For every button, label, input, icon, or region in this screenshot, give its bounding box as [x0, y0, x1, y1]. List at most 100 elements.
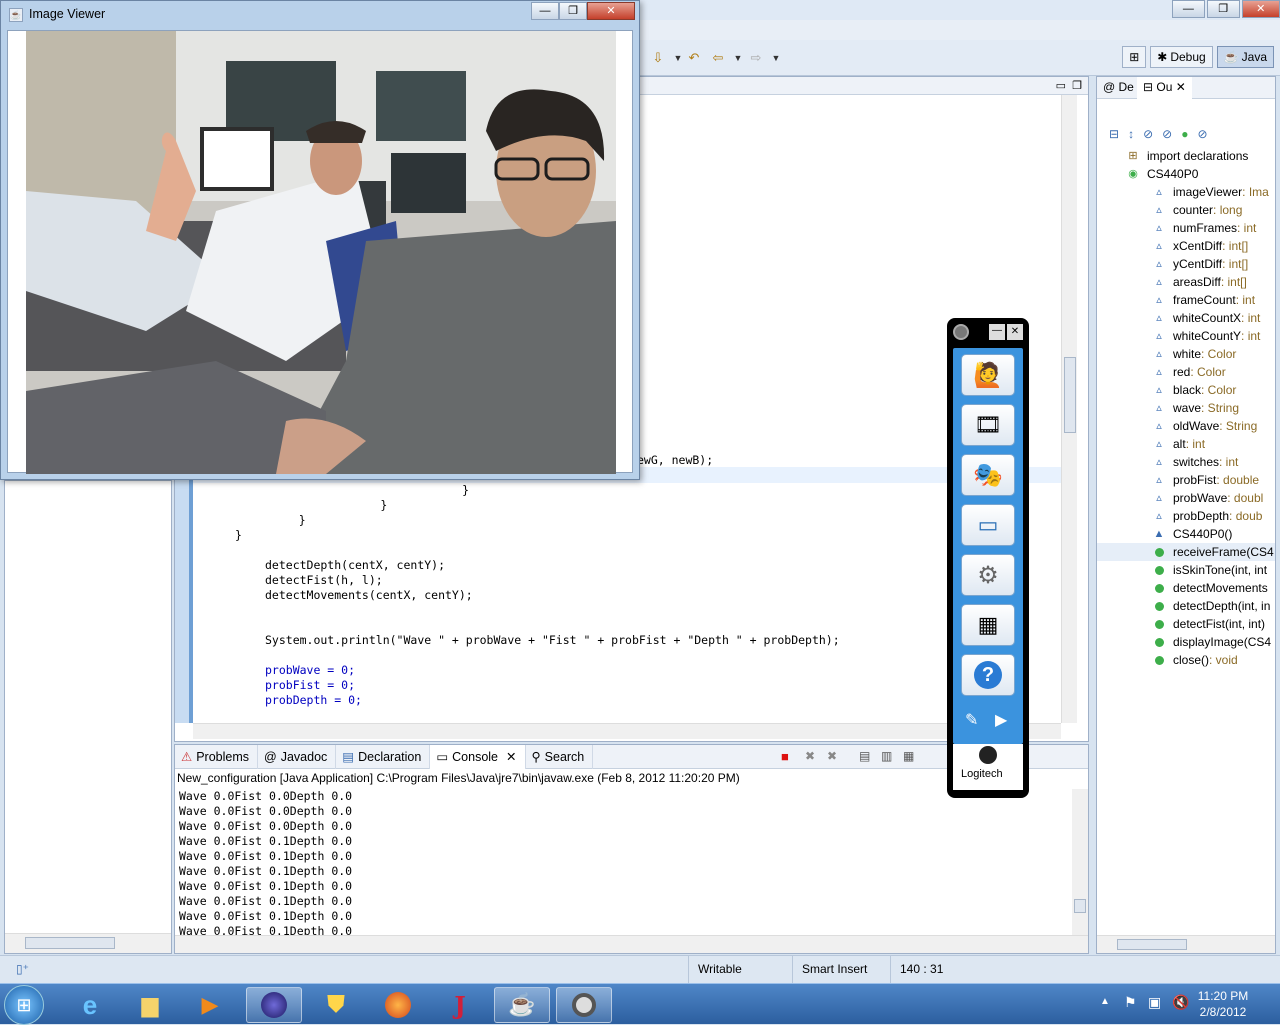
- back-icon[interactable]: ⇦: [710, 51, 726, 65]
- clear-console-icon[interactable]: ▤: [859, 749, 870, 763]
- taskbar-media-player[interactable]: ▶: [182, 987, 238, 1023]
- close-icon[interactable]: ✕: [1176, 80, 1186, 94]
- image-viewer-title-bar[interactable]: ☕ Image Viewer — ❐ ✕: [1, 1, 639, 29]
- outline-item[interactable]: ▲CS440P0(): [1097, 525, 1275, 543]
- last-edit-icon[interactable]: ↶: [686, 51, 702, 65]
- outline-item[interactable]: ▵xCentDiff : int[]: [1097, 237, 1275, 255]
- outline-item[interactable]: ▵whiteCountY : int: [1097, 327, 1275, 345]
- show-hidden-icons[interactable]: ▲: [1100, 996, 1110, 1007]
- volume-muted-icon[interactable]: 🔇: [1172, 994, 1189, 1011]
- console-horizontal-scrollbar[interactable]: [175, 935, 1088, 953]
- outline-item[interactable]: ▵probWave : doubl: [1097, 489, 1275, 507]
- outline-item[interactable]: detectDepth(int, in: [1097, 597, 1275, 615]
- outline-item[interactable]: ▵switches : int: [1097, 453, 1275, 471]
- network-icon[interactable]: ▣: [1148, 994, 1161, 1011]
- outline-item[interactable]: ▵areasDiff : int[]: [1097, 273, 1275, 291]
- tab-search[interactable]: ⚲Search: [526, 745, 594, 769]
- tab-console[interactable]: ▭Console✕: [430, 745, 525, 769]
- left-horizontal-scrollbar[interactable]: [5, 933, 171, 953]
- close-button[interactable]: ✕: [1007, 324, 1023, 340]
- tab-declaration-short[interactable]: @ De: [1103, 80, 1134, 94]
- hide-static-icon[interactable]: ⊘: [1162, 127, 1181, 141]
- action-center-flag-icon[interactable]: ⚑: [1124, 994, 1137, 1011]
- video-call-button[interactable]: 🙋: [961, 354, 1015, 396]
- outline-item[interactable]: ▵black : Color: [1097, 381, 1275, 399]
- taskbar-eclipse[interactable]: [246, 987, 302, 1023]
- outline-item[interactable]: ▵oldWave : String: [1097, 417, 1275, 435]
- outline-item[interactable]: displayImage(CS4: [1097, 633, 1275, 651]
- dropdown-icon[interactable]: ▼: [670, 51, 686, 65]
- tab-javadoc[interactable]: @Javadoc: [258, 745, 336, 769]
- hide-nonpublic-icon[interactable]: ●: [1181, 127, 1197, 141]
- minimize-button[interactable]: —: [531, 2, 559, 20]
- remove-all-icon[interactable]: ✖: [827, 749, 837, 763]
- back-dropdown-icon[interactable]: ▼: [730, 51, 746, 65]
- outline-horizontal-scrollbar[interactable]: [1097, 935, 1275, 953]
- editor-vertical-scrollbar[interactable]: [1061, 95, 1077, 723]
- tab-outline[interactable]: ⊟ Ou ✕: [1137, 77, 1192, 99]
- next-annotation-icon[interactable]: ⇩: [650, 51, 666, 65]
- console-vertical-scrollbar[interactable]: [1072, 789, 1088, 935]
- maximize-button[interactable]: ❐: [559, 2, 587, 20]
- minimize-view-icon[interactable]: ▭: [1056, 79, 1066, 92]
- scroll-lock-icon[interactable]: ▥: [881, 749, 892, 763]
- remove-launch-icon[interactable]: ✖: [805, 749, 815, 763]
- avatars-button[interactable]: 🎭: [961, 454, 1015, 496]
- gallery-button[interactable]: ▦: [961, 604, 1015, 646]
- maximize-view-icon[interactable]: ❐: [1072, 79, 1082, 92]
- taskbar-explorer[interactable]: ▆: [122, 987, 178, 1023]
- maximize-button[interactable]: ❐: [1207, 0, 1240, 18]
- forward-dropdown-icon[interactable]: ▼: [768, 51, 784, 65]
- outline-item[interactable]: ▵yCentDiff : int[]: [1097, 255, 1275, 273]
- forward-icon[interactable]: ⇨: [748, 51, 764, 65]
- outline-item[interactable]: ▵wave : String: [1097, 399, 1275, 417]
- outline-item[interactable]: isSkinTone(int, int: [1097, 561, 1275, 579]
- taskbar-jgrasp[interactable]: J: [432, 987, 488, 1023]
- taskbar-security[interactable]: ⛊: [308, 987, 364, 1023]
- editor-horizontal-scrollbar[interactable]: [193, 723, 1061, 739]
- outline-item[interactable]: close() : void: [1097, 651, 1275, 669]
- close-button[interactable]: ✕: [587, 2, 635, 20]
- outline-item[interactable]: ▵probFist : double: [1097, 471, 1275, 489]
- outline-item[interactable]: ▵imageViewer : Ima: [1097, 183, 1275, 201]
- taskbar-webcam[interactable]: [556, 987, 612, 1023]
- tab-declaration[interactable]: ▤Declaration: [336, 745, 430, 769]
- outline-item[interactable]: detectFist(int, int): [1097, 615, 1275, 633]
- outline-item[interactable]: ▵probDepth : doub: [1097, 507, 1275, 525]
- video-record-icon[interactable]: ▶: [995, 710, 1007, 730]
- taskbar-firefox[interactable]: [370, 987, 426, 1023]
- hide-local-icon[interactable]: ⊘: [1197, 127, 1216, 141]
- outline-item[interactable]: ▵whiteCountX : int: [1097, 309, 1275, 327]
- taskbar-java-app[interactable]: ☕: [494, 987, 550, 1023]
- outline-item[interactable]: ▵alt : int: [1097, 435, 1275, 453]
- hide-fields-icon[interactable]: ⊘: [1143, 127, 1162, 141]
- snapshot-icon[interactable]: ✎: [965, 710, 978, 730]
- tab-problems[interactable]: ⚠Problems: [175, 745, 258, 769]
- fast-view-icon[interactable]: ▯⁺: [16, 962, 29, 976]
- java-perspective-button[interactable]: ☕Java: [1217, 46, 1274, 68]
- close-icon[interactable]: ✕: [506, 745, 516, 769]
- video-effects-button[interactable]: 🎞: [961, 404, 1015, 446]
- outline-item[interactable]: detectMovements: [1097, 579, 1275, 597]
- pin-console-icon[interactable]: ▦: [903, 749, 914, 763]
- taskbar-internet-explorer[interactable]: e: [62, 987, 118, 1023]
- outline-item[interactable]: ▵red : Color: [1097, 363, 1275, 381]
- outline-item[interactable]: ▵numFrames : int: [1097, 219, 1275, 237]
- sort-icon[interactable]: ↕: [1128, 127, 1143, 141]
- start-button[interactable]: ⊞: [4, 985, 44, 1025]
- outline-item[interactable]: ▵white : Color: [1097, 345, 1275, 363]
- outline-item[interactable]: ▵counter : long: [1097, 201, 1275, 219]
- collapse-all-icon[interactable]: ⊟: [1109, 127, 1128, 141]
- outline-item[interactable]: ◉CS440P0: [1097, 165, 1275, 183]
- taskbar-clock[interactable]: 11:20 PM 2/8/2012: [1192, 988, 1254, 1020]
- minimize-button[interactable]: —: [989, 324, 1005, 340]
- minimize-button[interactable]: —: [1172, 0, 1205, 18]
- close-button[interactable]: ✕: [1242, 0, 1280, 18]
- open-perspective-button[interactable]: ⊞: [1122, 46, 1146, 68]
- outline-item[interactable]: ▵frameCount : int: [1097, 291, 1275, 309]
- help-button[interactable]: ?: [961, 654, 1015, 696]
- debug-perspective-button[interactable]: ✱Debug: [1150, 46, 1212, 68]
- outline-item[interactable]: ⊞import declarations: [1097, 147, 1275, 165]
- outline-item[interactable]: receiveFrame(CS4: [1097, 543, 1275, 561]
- screen-button[interactable]: ▭: [961, 504, 1015, 546]
